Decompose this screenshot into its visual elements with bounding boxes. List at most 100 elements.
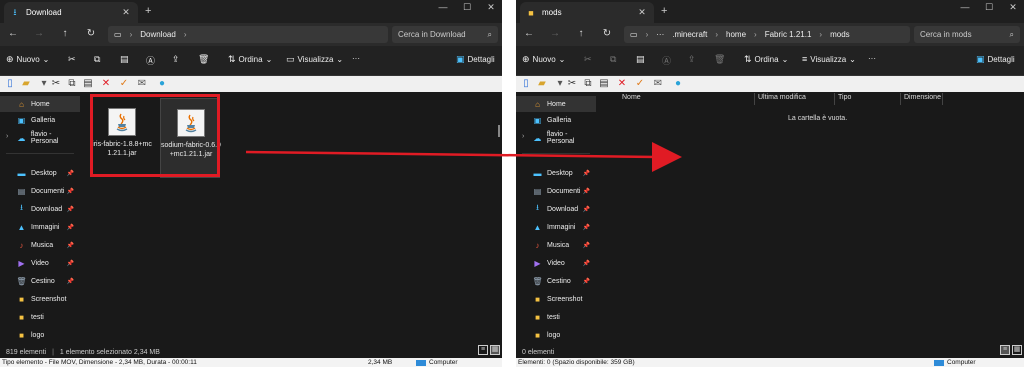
column-separator[interactable] [754, 93, 755, 105]
globe-icon[interactable]: ● [672, 78, 684, 90]
column-separator[interactable] [834, 93, 835, 105]
sort-button[interactable]: ⇅ Ordina ⌄ [228, 54, 272, 65]
sidebar-item-documents[interactable]: ▤ Documenti 📌 [0, 183, 80, 199]
mail-icon[interactable]: ✉ [136, 78, 148, 90]
sidebar-item-screenshot[interactable]: ■ Screenshot [0, 291, 80, 307]
new-button[interactable]: ⊕ Nuovo ⌄ [522, 54, 565, 65]
image-folder-icon[interactable]: ▰ [20, 78, 32, 90]
sidebar-item-images[interactable]: ▲ Immagini 📌 [516, 219, 596, 235]
cut-button[interactable]: ✂ [68, 54, 76, 65]
delete-button[interactable]: 🗑 [714, 54, 725, 65]
scrollbar-thumb[interactable] [498, 125, 500, 137]
sidebar-item-documents[interactable]: ▤ Documenti 📌 [516, 183, 596, 199]
details-view-button[interactable]: ≡ [1000, 345, 1010, 355]
refresh-icon[interactable]: ↻ [600, 28, 614, 39]
check-icon[interactable]: ✓ [634, 78, 646, 90]
sidebar-item-onedrive[interactable]: ☁ flavio - Personal [516, 130, 596, 146]
refresh-icon[interactable]: ↻ [84, 28, 98, 39]
search-input[interactable]: Cerca in mods ⌕ [914, 26, 1020, 43]
dropdown-icon[interactable]: ▾ [554, 78, 566, 90]
maximize-button[interactable]: ☐ [978, 2, 1000, 13]
sort-button[interactable]: ⇅ Ordina ⌄ [744, 54, 788, 65]
sidebar-item-testi[interactable]: ■ testi [0, 309, 80, 325]
paste-icon[interactable]: ▤ [598, 78, 610, 90]
sidebar-item-video[interactable]: ▶ Video 📌 [0, 255, 80, 271]
copy-button[interactable]: ⧉ [94, 54, 100, 65]
sidebar-item-music[interactable]: ♪ Musica 📌 [0, 237, 80, 253]
breadcrumb-segment[interactable]: Download [140, 30, 176, 39]
sidebar-item-gallery[interactable]: ▣ Galleria [516, 112, 596, 128]
share-button[interactable]: ⇪ [172, 54, 180, 65]
copy-icon[interactable]: ⧉ [582, 78, 594, 90]
sidebar-item-music[interactable]: ♪ Musica 📌 [516, 237, 596, 253]
sidebar-item-trash[interactable]: 🗑 Cestino 📌 [516, 273, 596, 289]
new-button[interactable]: ⊕ Nuovo ⌄ [6, 54, 49, 65]
copy-icon[interactable]: ⧉ [66, 78, 78, 90]
sidebar-item-trash[interactable]: 🗑 Cestino 📌 [0, 273, 80, 289]
sidebar-item-gallery[interactable]: ▣ Galleria [0, 112, 80, 128]
sidebar-item-screenshot[interactable]: ■ Screenshot [516, 291, 596, 307]
share-button[interactable]: ⇪ [688, 54, 696, 65]
column-header-modified[interactable]: Ultima modifica [758, 94, 806, 101]
column-separator[interactable] [942, 93, 943, 105]
up-icon[interactable]: ↑ [58, 28, 72, 39]
breadcrumb-segment[interactable]: Fabric 1.21.1 [765, 30, 812, 39]
search-input[interactable]: Cerca in Download ⌕ [392, 26, 498, 43]
cut-icon[interactable]: ✂ [50, 78, 62, 90]
dropdown-icon[interactable]: ▾ [38, 78, 50, 90]
details-button[interactable]: ▣ Dettagli [456, 54, 495, 65]
sidebar-item-download[interactable]: ⭳ Download 📌 [0, 201, 80, 217]
sidebar-item-logo[interactable]: ■ logo [516, 327, 596, 343]
mail-icon[interactable]: ✉ [652, 78, 664, 90]
panel-icon[interactable]: ▯ [520, 78, 532, 90]
forward-icon[interactable]: → [32, 28, 46, 39]
breadcrumb-segment[interactable]: mods [830, 30, 850, 39]
view-button[interactable]: ≡ Visualizza ⌄ [802, 54, 856, 64]
delete-icon[interactable]: ✕ [616, 78, 628, 90]
column-header-size[interactable]: Dimensione [904, 94, 941, 101]
minimize-button[interactable]: — [432, 2, 454, 12]
tiles-view-button[interactable]: ▦ [490, 345, 500, 355]
close-tab-icon[interactable]: ✕ [120, 7, 132, 18]
column-separator[interactable] [900, 93, 901, 105]
sidebar-item-home[interactable]: ⌂ Home [516, 96, 596, 112]
back-icon[interactable]: ← [6, 28, 20, 39]
more-button[interactable]: ··· [352, 54, 360, 63]
image-folder-icon[interactable]: ▰ [536, 78, 548, 90]
details-button[interactable]: ▣ Dettagli [976, 54, 1015, 65]
up-icon[interactable]: ↑ [574, 28, 588, 39]
copy-button[interactable]: ⧉ [610, 54, 616, 65]
tiles-view-button[interactable]: ▦ [1012, 345, 1022, 355]
close-window-button[interactable]: ✕ [480, 2, 502, 13]
column-header-type[interactable]: Tipo [838, 94, 851, 101]
sidebar-item-desktop[interactable]: ▬ Desktop 📌 [516, 165, 596, 181]
sidebar-item-home[interactable]: ⌂ Home [0, 96, 80, 112]
panel-icon[interactable]: ▯ [4, 78, 16, 90]
breadcrumb[interactable]: ▭ › ··· .minecraft › home › Fabric 1.21.… [624, 26, 910, 43]
globe-icon[interactable]: ● [156, 78, 168, 90]
details-view-button[interactable]: ≡ [478, 345, 488, 355]
delete-button[interactable]: 🗑 [198, 54, 209, 65]
cut-icon[interactable]: ✂ [566, 78, 578, 90]
tab-mods[interactable]: ■ mods ✕ [520, 2, 654, 23]
view-button[interactable]: ▭ Visualizza ⌄ [286, 54, 343, 65]
close-window-button[interactable]: ✕ [1002, 2, 1024, 13]
cut-button[interactable]: ✂ [584, 54, 592, 65]
sidebar-item-onedrive[interactable]: ☁ flavio - Personal [0, 130, 80, 146]
sidebar-item-images[interactable]: ▲ Immagini 📌 [0, 219, 80, 235]
sidebar-item-desktop[interactable]: ▬ Desktop 📌 [0, 165, 80, 181]
forward-icon[interactable]: → [548, 28, 562, 39]
breadcrumb[interactable]: ▭ › Download › [108, 26, 388, 43]
maximize-button[interactable]: ☐ [456, 2, 478, 13]
paste-button[interactable]: ▤ [636, 54, 645, 65]
close-tab-icon[interactable]: ✕ [636, 7, 648, 18]
paste-icon[interactable]: ▤ [82, 78, 94, 90]
more-button[interactable]: ··· [868, 54, 876, 63]
delete-icon[interactable]: ✕ [100, 78, 112, 90]
new-tab-button[interactable]: + [661, 5, 667, 17]
column-header-name[interactable]: Nome [622, 94, 641, 101]
minimize-button[interactable]: — [954, 2, 976, 12]
rename-button[interactable]: Ⓐ [662, 54, 671, 67]
rename-button[interactable]: Ⓐ [146, 54, 155, 67]
sidebar-item-video[interactable]: ▶ Video 📌 [516, 255, 596, 271]
